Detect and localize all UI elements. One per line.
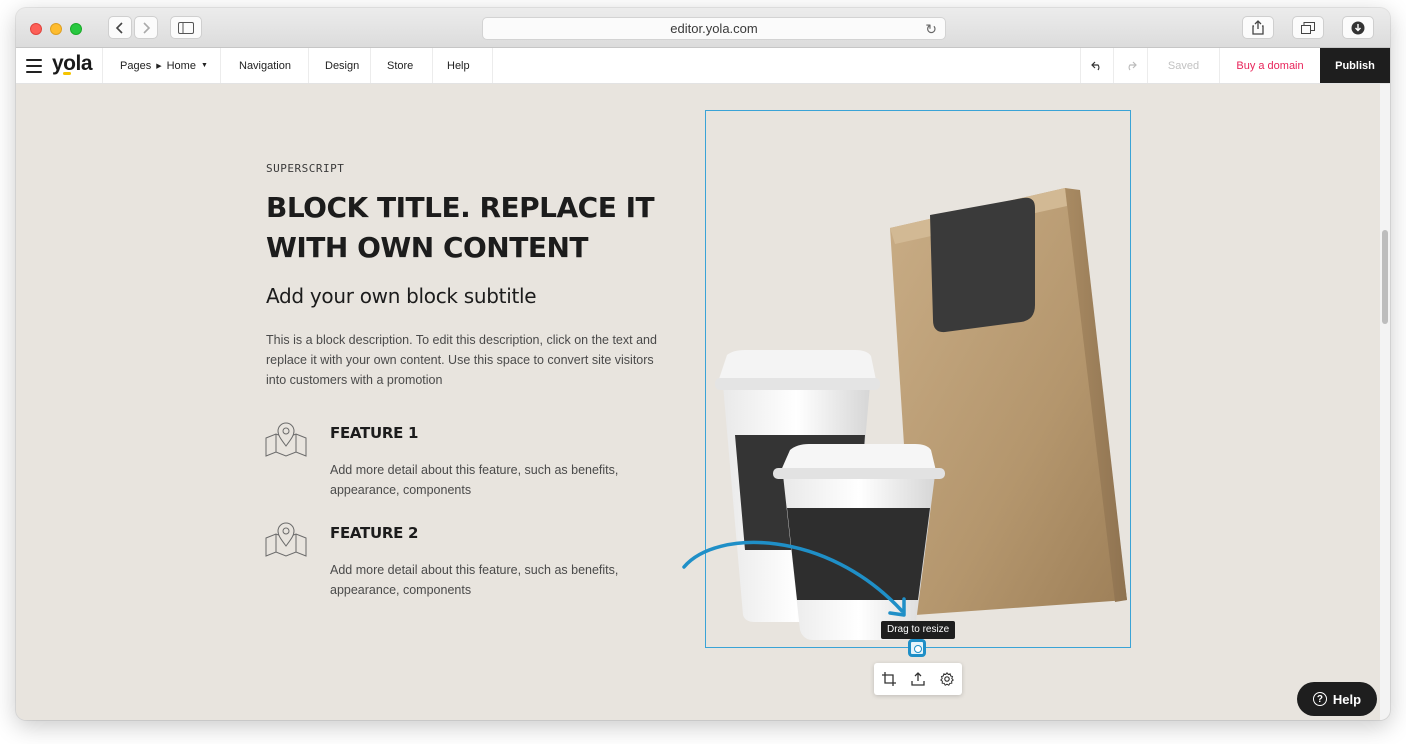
curved-arrow-annotation (682, 540, 906, 617)
crop-icon[interactable] (881, 672, 896, 686)
close-window-button[interactable] (30, 23, 42, 35)
saved-status: Saved (1148, 48, 1220, 83)
menu-store-label: Store (387, 59, 414, 72)
help-button-label: Help (1332, 691, 1362, 707)
help-circle-icon: ? (1312, 692, 1327, 706)
menu-logo-area: yola (16, 48, 103, 83)
image-toolbar (874, 663, 962, 695)
menu-store[interactable]: Store (371, 48, 433, 83)
share-icon (1252, 20, 1264, 35)
pages-label: Pages (120, 59, 152, 72)
block-title[interactable]: BLOCK TITLE. REPLACE IT WITH OWN CONTENT (266, 188, 666, 268)
back-button[interactable] (108, 16, 132, 39)
pages-dropdown[interactable]: Pages ▶ Home ▼ (103, 48, 221, 83)
block-description[interactable]: This is a block description. To edit thi… (266, 330, 666, 390)
undo-icon (1091, 61, 1100, 70)
redo-icon (1128, 61, 1137, 70)
resize-handle[interactable] (908, 639, 926, 657)
minimize-window-button[interactable] (50, 23, 62, 35)
publish-button[interactable]: Publish (1320, 48, 1390, 83)
tabs-icon (1301, 21, 1315, 34)
sidebar-toggle-button[interactable] (170, 16, 202, 39)
breadcrumb-arrow-icon: ▶ (156, 62, 162, 70)
buy-domain-button[interactable]: Buy a domain (1220, 48, 1320, 83)
sidebar-icon (178, 21, 194, 34)
feature-2-title[interactable]: FEATURE 2 (330, 524, 418, 542)
download-icon (1351, 21, 1365, 34)
url-text: editor.yola.com (670, 21, 758, 36)
menu-navigation[interactable]: Navigation (221, 48, 309, 83)
page-scrollbar-thumb[interactable] (1382, 230, 1388, 324)
buy-domain-label: Buy a domain (1236, 59, 1304, 72)
publish-label: Publish (1335, 59, 1375, 72)
help-button[interactable]: ? Help (1297, 682, 1377, 716)
map-pin-icon (265, 522, 307, 557)
feature-1-title[interactable]: FEATURE 1 (330, 424, 418, 442)
resize-tooltip: Drag to resize (881, 621, 956, 639)
pages-current: Home (166, 59, 196, 72)
browser-window: editor.yola.com ↻ yola Pages ▶ Home ▼ Na… (16, 8, 1390, 720)
reload-icon[interactable]: ↻ (925, 21, 937, 38)
menu-design[interactable]: Design (309, 48, 371, 83)
menu-design-label: Design (325, 59, 360, 72)
upload-icon[interactable] (911, 672, 925, 686)
map-pin-icon (265, 422, 307, 457)
page-canvas (16, 84, 1380, 720)
block-subtitle[interactable]: Add your own block subtitle (266, 284, 537, 308)
tabs-button[interactable] (1292, 16, 1324, 39)
menu-help[interactable]: Help (433, 48, 493, 83)
block-superscript[interactable]: SUPERSCRIPT (266, 162, 344, 175)
feature-2-description[interactable]: Add more detail about this feature, such… (330, 560, 630, 600)
zoom-window-button[interactable] (70, 23, 82, 35)
chevron-down-icon: ▼ (200, 62, 208, 69)
hamburger-icon[interactable] (26, 59, 42, 77)
gear-icon[interactable] (940, 672, 955, 686)
editor-toolbar: yola Pages ▶ Home ▼ Navigation Design St… (16, 48, 1390, 84)
menu-help-label: Help (447, 59, 470, 72)
redo-button[interactable] (1114, 48, 1148, 83)
share-button[interactable] (1242, 16, 1274, 39)
page-scrollbar[interactable] (1380, 84, 1390, 720)
menu-navigation-label: Navigation (239, 59, 291, 72)
back-icon (115, 21, 123, 34)
browser-titlebar: editor.yola.com ↻ (16, 8, 1390, 48)
downloads-button[interactable] (1342, 16, 1374, 39)
saved-label: Saved (1167, 59, 1200, 72)
forward-button[interactable] (134, 16, 158, 39)
forward-icon (143, 21, 151, 34)
feature-1-description[interactable]: Add more detail about this feature, such… (330, 460, 630, 500)
yola-logo: yola (52, 52, 93, 75)
address-bar[interactable]: editor.yola.com ↻ (482, 17, 946, 40)
undo-button[interactable] (1080, 48, 1114, 83)
